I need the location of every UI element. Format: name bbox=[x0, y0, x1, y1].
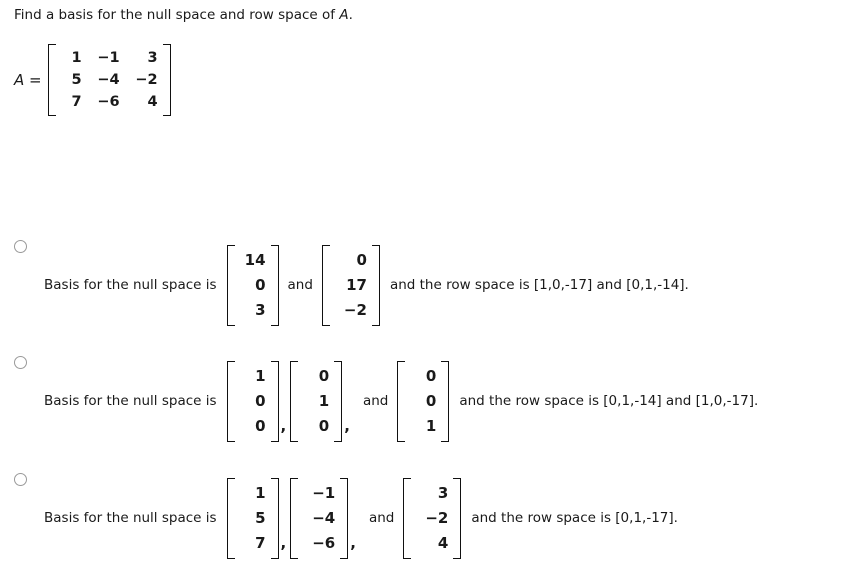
radio-option-3[interactable] bbox=[14, 473, 27, 486]
null-space-vector: 0 0 1 bbox=[397, 360, 450, 442]
left-bracket-icon bbox=[226, 360, 235, 442]
vector-entry: 14 bbox=[244, 250, 266, 269]
left-bracket-icon bbox=[397, 360, 406, 442]
option-3-content: Basis for the null space is 1 5 7 , −1 −… bbox=[44, 477, 678, 559]
matrix-row: 1 −1 3 bbox=[60, 47, 158, 69]
vector-separator: , bbox=[280, 534, 287, 552]
vector-separator: , bbox=[280, 417, 287, 435]
vector-separator: and bbox=[362, 393, 389, 409]
option-2-content: Basis for the null space is 1 0 0 , 0 1 … bbox=[44, 360, 759, 442]
right-bracket-icon bbox=[453, 477, 462, 559]
matrix-row: 5 −4 −2 bbox=[60, 69, 158, 91]
vector-entry: 0 bbox=[318, 366, 330, 385]
vector-entry: 5 bbox=[255, 508, 266, 527]
vector-entry: 0 bbox=[255, 275, 266, 294]
vector-body: 0 1 0 bbox=[298, 361, 334, 442]
left-bracket-icon bbox=[403, 477, 412, 559]
question-text-after: . bbox=[348, 7, 353, 23]
option-1-label: Basis for the null space is bbox=[44, 277, 217, 293]
null-space-vector: −1 −4 −6 bbox=[290, 477, 349, 559]
vector-entry: 0 bbox=[425, 391, 437, 410]
vector-entry: 1 bbox=[318, 391, 330, 410]
matrix-row: 7 −6 4 bbox=[60, 91, 158, 113]
vector-body: 1 0 0 bbox=[235, 361, 271, 442]
matrix-cell: −4 bbox=[97, 72, 120, 88]
radio-option-1[interactable] bbox=[14, 240, 27, 253]
matrix-cell: −6 bbox=[97, 94, 120, 110]
vector-entry: 4 bbox=[437, 533, 449, 552]
vector-body: 1 5 7 bbox=[235, 478, 271, 559]
question-text-before: Find a basis for the null space and row … bbox=[14, 7, 340, 23]
vector-entry: −6 bbox=[312, 533, 336, 552]
vector-entry: 0 bbox=[425, 366, 437, 385]
right-bracket-icon bbox=[340, 477, 349, 559]
left-bracket-icon bbox=[290, 477, 299, 559]
vector-body: −1 −4 −6 bbox=[298, 478, 340, 559]
right-bracket-icon bbox=[270, 360, 279, 442]
right-bracket-icon bbox=[441, 360, 450, 442]
matrix-cell: −2 bbox=[135, 72, 158, 88]
null-space-vector: 14 0 3 bbox=[226, 244, 279, 326]
right-bracket-icon bbox=[270, 244, 279, 326]
vector-entry: 7 bbox=[255, 533, 266, 552]
right-bracket-icon bbox=[270, 477, 279, 559]
vector-entry: 0 bbox=[356, 250, 367, 269]
vector-entry: 1 bbox=[255, 366, 266, 385]
vector-separator: , bbox=[350, 534, 356, 552]
vector-separator: , bbox=[344, 417, 350, 435]
option-2-row-space-text: and the row space is [0,1,-14] and [1,0,… bbox=[459, 393, 759, 409]
right-bracket-icon bbox=[334, 360, 343, 442]
vector-body: 14 0 3 bbox=[235, 245, 271, 326]
vector-separator: and bbox=[287, 277, 313, 293]
null-space-vector: 1 5 7 bbox=[226, 477, 279, 559]
null-space-vector: 1 0 0 bbox=[226, 360, 279, 442]
left-bracket-icon bbox=[47, 44, 56, 116]
vector-separator: and bbox=[368, 510, 395, 526]
null-space-vector: 3 −2 4 bbox=[403, 477, 462, 559]
vector-body: 0 17 −2 bbox=[330, 245, 372, 326]
vector-entry: 1 bbox=[255, 483, 266, 502]
vector-entry: 17 bbox=[346, 275, 367, 294]
matrix-cell: 4 bbox=[147, 94, 158, 110]
right-bracket-icon bbox=[162, 44, 171, 116]
matrix-a-label: A = bbox=[14, 71, 42, 89]
left-bracket-icon bbox=[290, 360, 299, 442]
option-3-row-space-text: and the row space is [0,1,-17]. bbox=[471, 510, 678, 526]
vector-entry: −4 bbox=[312, 508, 336, 527]
left-bracket-icon bbox=[226, 244, 235, 326]
vector-entry: −1 bbox=[312, 483, 336, 502]
vector-body: 0 0 1 bbox=[405, 361, 441, 442]
vector-entry: 0 bbox=[255, 391, 266, 410]
radio-option-2[interactable] bbox=[14, 356, 27, 369]
matrix-cell: 5 bbox=[71, 72, 82, 88]
matrix-cell: 7 bbox=[71, 94, 82, 110]
question-matrix-symbol: A bbox=[339, 7, 349, 23]
null-space-vector: 0 1 0 bbox=[290, 360, 343, 442]
right-bracket-icon bbox=[371, 244, 380, 326]
vector-entry: 0 bbox=[255, 416, 266, 435]
vector-entry: 1 bbox=[425, 416, 437, 435]
matrix-cell: 3 bbox=[147, 50, 158, 66]
option-2-label: Basis for the null space is bbox=[44, 393, 217, 409]
vector-entry: 3 bbox=[255, 300, 266, 319]
vector-entry: 3 bbox=[437, 483, 449, 502]
matrix-a-body: 1 −1 3 5 −4 −2 7 −6 4 bbox=[56, 44, 163, 116]
left-bracket-icon bbox=[321, 244, 330, 326]
option-1-content: Basis for the null space is 14 0 3 and 0… bbox=[44, 244, 689, 326]
left-bracket-icon bbox=[226, 477, 235, 559]
vector-entry: −2 bbox=[343, 300, 367, 319]
matrix-a-block: A = 1 −1 3 5 −4 −2 7 −6 4 bbox=[14, 44, 171, 116]
option-1-row-space-text: and the row space is [1,0,-17] and [0,1,… bbox=[389, 277, 689, 293]
option-3-label: Basis for the null space is bbox=[44, 510, 217, 526]
matrix-cell: −1 bbox=[97, 50, 120, 66]
null-space-vector: 0 17 −2 bbox=[321, 244, 380, 326]
question-prompt: Find a basis for the null space and row … bbox=[14, 6, 353, 24]
vector-entry: 0 bbox=[318, 416, 330, 435]
matrix-a: 1 −1 3 5 −4 −2 7 −6 4 bbox=[47, 44, 171, 116]
vector-body: 3 −2 4 bbox=[411, 478, 453, 559]
matrix-cell: 1 bbox=[71, 50, 82, 66]
vector-entry: −2 bbox=[425, 508, 449, 527]
